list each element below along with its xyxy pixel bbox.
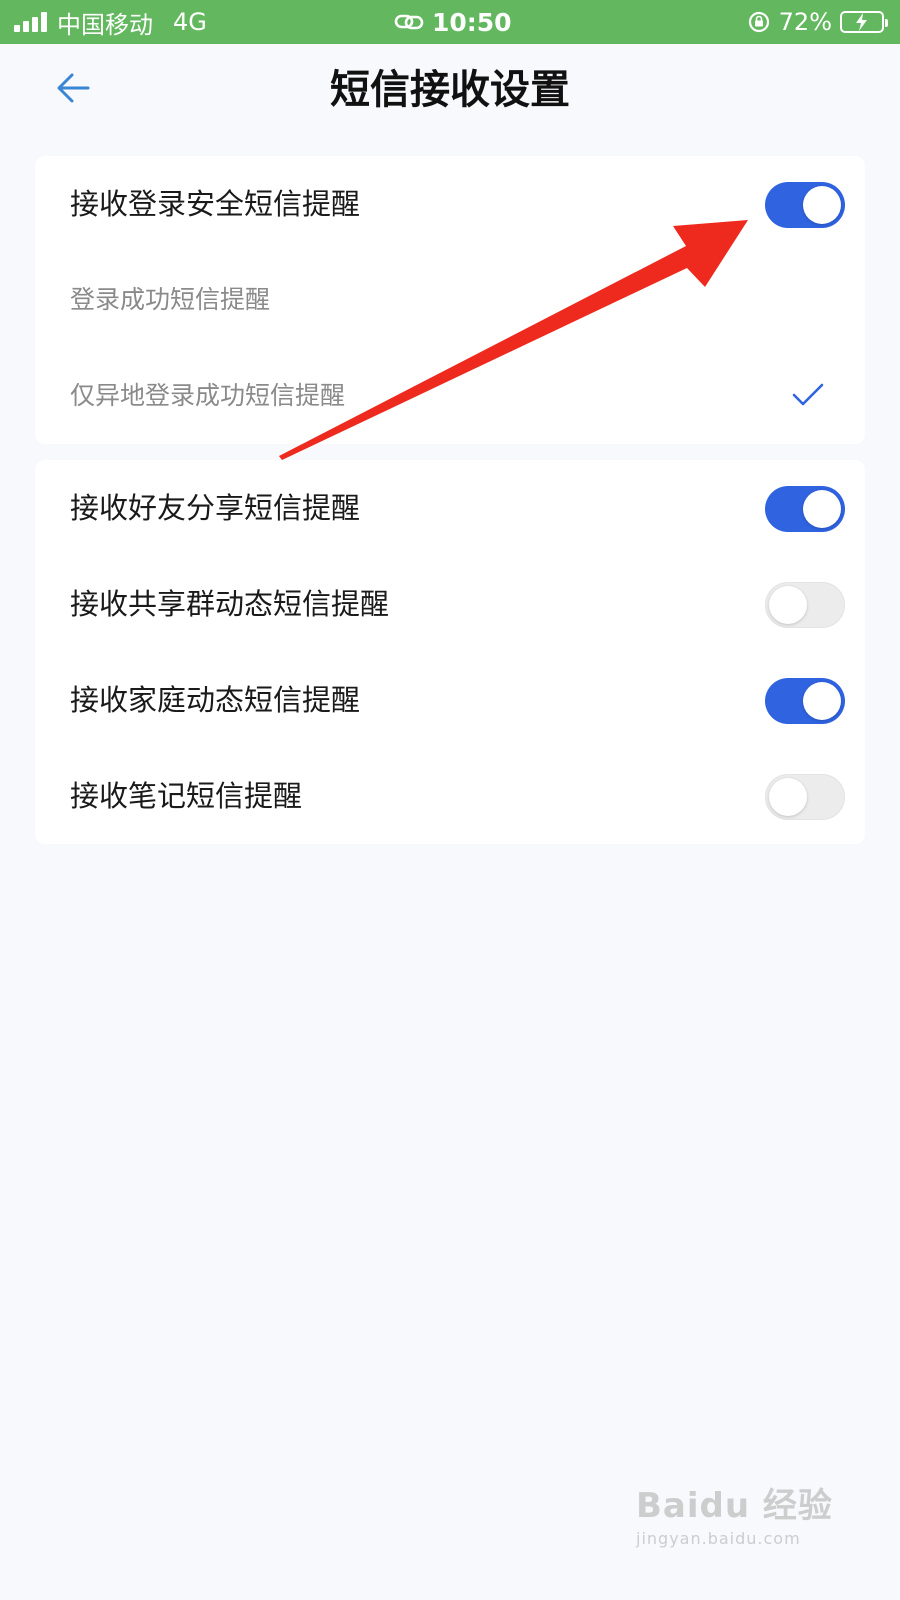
toggle-knob: [769, 586, 807, 624]
baidu-watermark: Baidu 经验 jingyan.baidu.com: [636, 1478, 836, 1568]
watermark-url: jingyan.baidu.com: [636, 1529, 801, 1548]
login-security-toggle[interactable]: [765, 182, 845, 228]
setting-label: 接收共享群动态短信提醒: [70, 587, 390, 621]
option-row-login-success[interactable]: 登录成功短信提醒: [35, 252, 865, 348]
notes-toggle[interactable]: [765, 774, 845, 820]
setting-row-notes[interactable]: 接收笔记短信提醒: [35, 748, 865, 844]
rotation-lock-icon: [748, 11, 769, 33]
battery-charging-icon: [840, 11, 888, 33]
status-bar-left: 中国移动 4G: [14, 0, 207, 44]
signal-strength-icon: [14, 12, 47, 32]
setting-label: 接收登录安全短信提醒: [70, 187, 361, 221]
toggle-knob: [769, 778, 807, 816]
option-row-remote-login-success[interactable]: 仅异地登录成功短信提醒: [35, 348, 865, 444]
setting-row-shared-group[interactable]: 接收共享群动态短信提醒: [35, 556, 865, 652]
family-toggle[interactable]: [765, 678, 845, 724]
friend-share-toggle[interactable]: [765, 486, 845, 532]
toggle-knob: [803, 682, 841, 720]
login-security-card: 接收登录安全短信提醒 登录成功短信提醒 仅异地登录成功短信提醒: [35, 156, 865, 444]
network-type: 4G: [173, 8, 207, 36]
back-button[interactable]: [50, 64, 98, 112]
setting-row-login-security[interactable]: 接收登录安全短信提醒: [35, 156, 865, 252]
battery-tip: [885, 19, 888, 27]
setting-label: 接收家庭动态短信提醒: [70, 683, 361, 717]
page-title: 短信接收设置: [330, 67, 570, 113]
option-label: 登录成功短信提醒: [70, 285, 271, 314]
toggle-knob: [803, 490, 841, 528]
checkmark-icon: [792, 383, 824, 406]
sms-settings-card: 接收好友分享短信提醒 接收共享群动态短信提醒 接收家庭动态短信提醒 接收笔记短信…: [35, 460, 865, 844]
toggle-knob: [803, 186, 841, 224]
carrier-name: 中国移动: [57, 10, 153, 39]
battery-percent: 72%: [778, 8, 832, 36]
option-label: 仅异地登录成功短信提醒: [70, 381, 346, 410]
watermark-logo: Baidu 经验: [636, 1486, 833, 1526]
link-icon: [394, 14, 424, 30]
status-bar: 中国移动 4G 10:50 72%: [0, 0, 900, 44]
status-bar-center: 10:50: [394, 0, 512, 44]
page-header: 短信接收设置: [0, 44, 900, 136]
status-bar-right: 72%: [747, 0, 888, 44]
clock-time: 10:50: [432, 7, 512, 37]
setting-row-family[interactable]: 接收家庭动态短信提醒: [35, 652, 865, 748]
shared-group-toggle[interactable]: [765, 582, 845, 628]
arrow-left-icon: [57, 73, 90, 103]
setting-label: 接收好友分享短信提醒: [70, 491, 361, 525]
setting-label: 接收笔记短信提醒: [70, 779, 303, 813]
setting-row-friend-share[interactable]: 接收好友分享短信提醒: [35, 460, 865, 556]
